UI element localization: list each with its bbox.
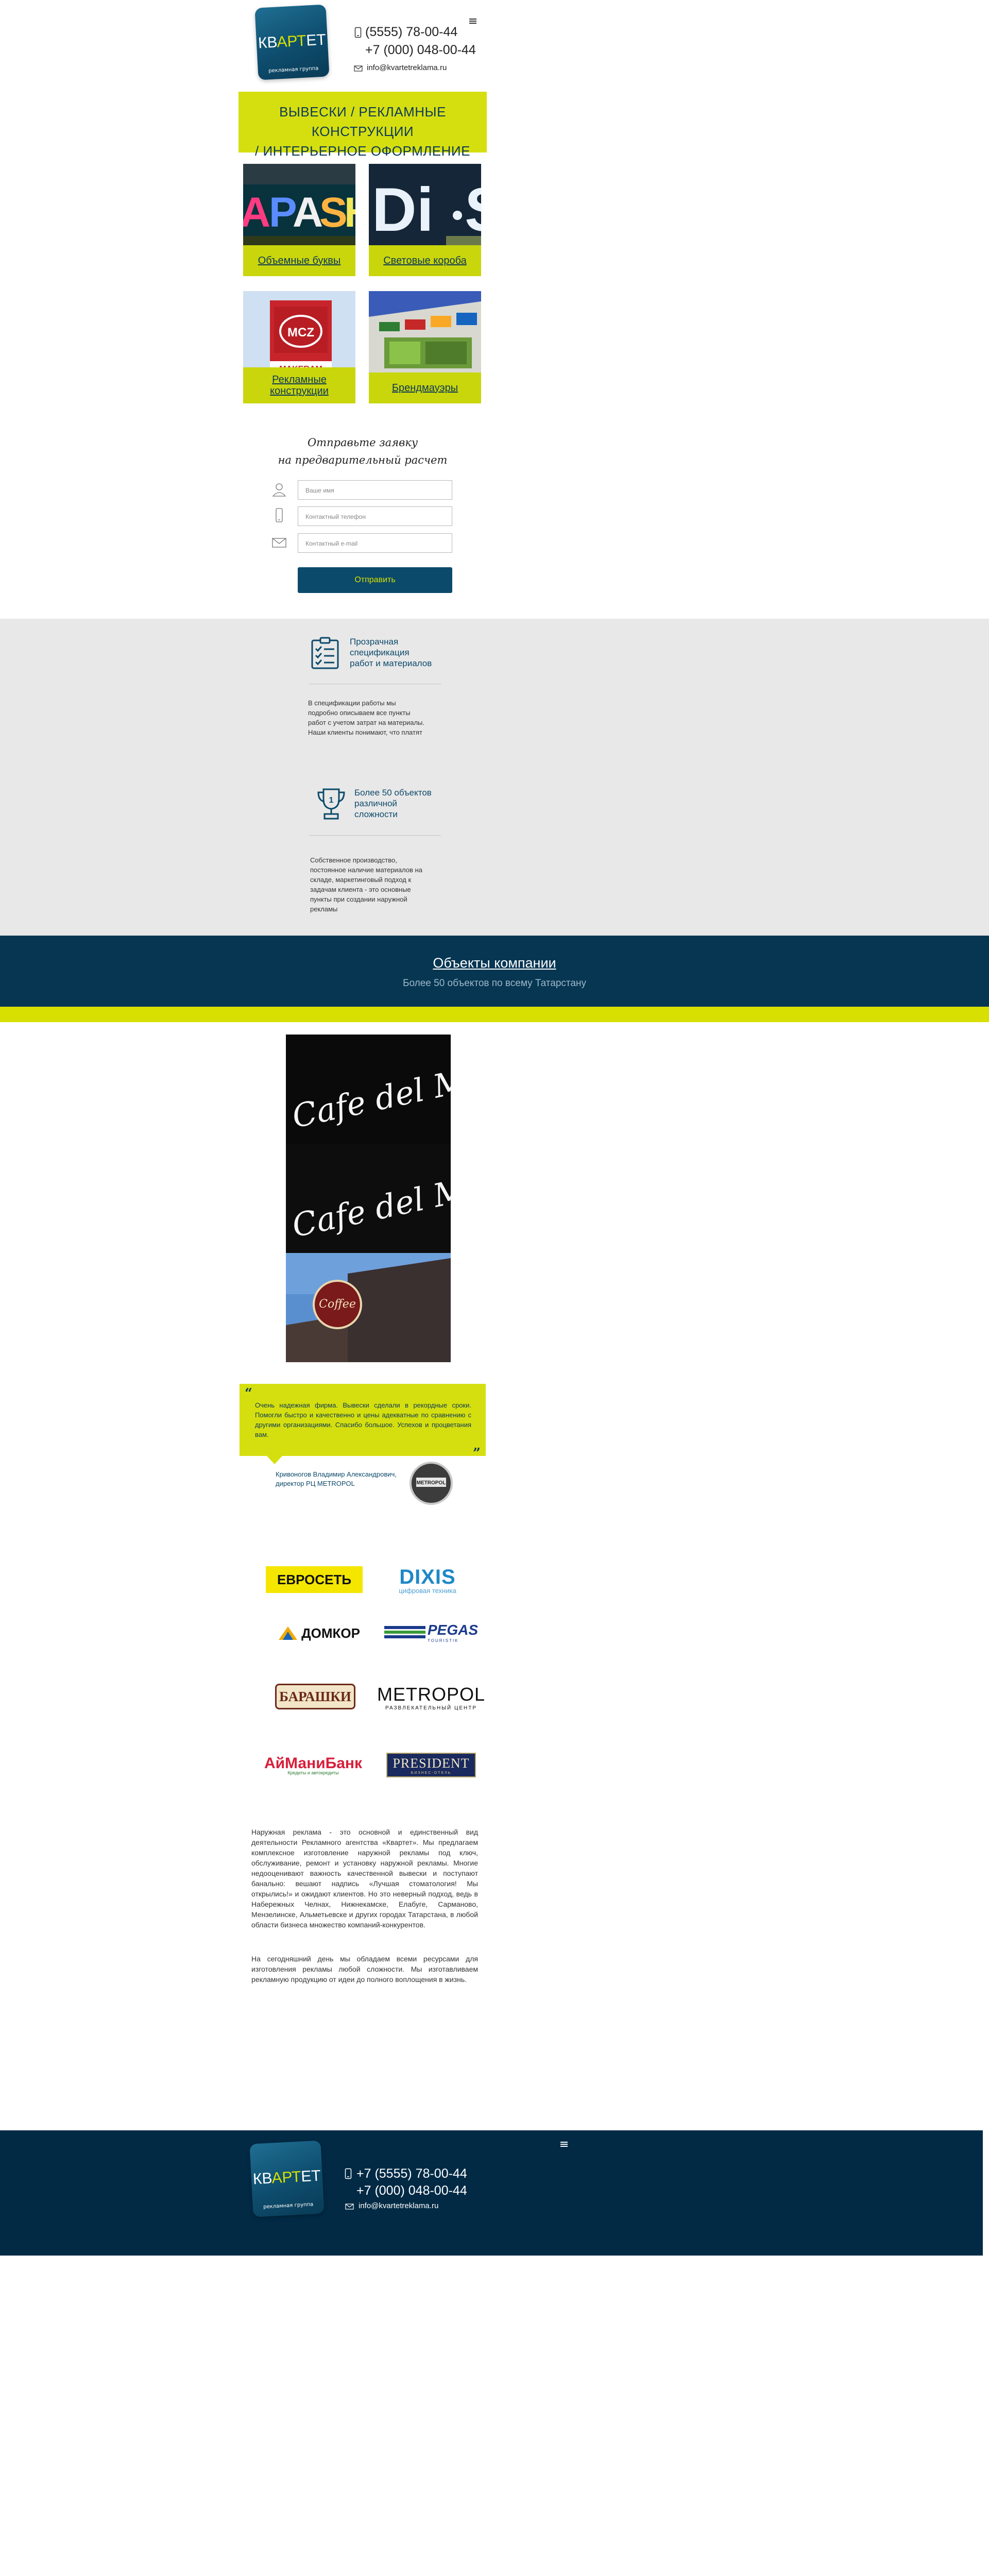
svg-text:METROPOL: METROPOL <box>417 1480 446 1486</box>
hero-banner: ВЫВЕСКИ / РЕКЛАМНЫЕ КОНСТРУКЦИИ / ИНТЕРЬ… <box>238 92 487 159</box>
form-title: Отправьте заявку на предварительный расч… <box>238 434 487 469</box>
feature-divider <box>309 835 441 836</box>
service-label: Световые короба <box>369 245 481 276</box>
footer <box>0 2130 983 2256</box>
feature-title: Более 50 объектов различной сложности <box>354 788 432 819</box>
brand-logo-dixis: DIXIS цифровая техника <box>399 1566 456 1595</box>
menu-icon[interactable] <box>469 19 476 24</box>
svg-text:H: H <box>344 189 355 236</box>
feature-text: В спецификации работы мы подробно описыв… <box>308 699 424 736</box>
footer-mail-icon <box>345 2204 354 2210</box>
footer-phone-icon <box>345 2168 352 2179</box>
mobile-phone-icon <box>354 27 362 38</box>
banner-line-2: / ИНТЕРЬЕРНОЕ ОФОРМЛЕНИЕ <box>255 143 470 159</box>
submit-button[interactable]: Отправить <box>298 567 452 593</box>
feature-title: Прозрачная спецификация работ и материал… <box>350 637 432 668</box>
email-field[interactable]: Контактный e-mail <box>298 533 452 553</box>
accent-stripe <box>0 1007 989 1022</box>
about-paragraph-1: Наружная реклама - это основной и единст… <box>251 1828 478 1929</box>
form-title-line-1: Отправьте заявку <box>307 436 418 449</box>
name-field[interactable]: Ваше имя <box>298 480 452 500</box>
objects-header: Объекты компании Более 50 объектов по вс… <box>0 936 989 1007</box>
svg-text:S: S <box>319 189 348 236</box>
brand-logo-barashki: БАРАШКИ <box>275 1684 355 1709</box>
service-label: Рекламные конструкции <box>243 367 355 403</box>
about-paragraph-2: На сегодняшний день мы обладаем всеми ре… <box>251 1955 478 1984</box>
footer-phone-secondary[interactable]: +7 (000) 048-00-44 <box>356 2183 467 2198</box>
footer-phone-primary[interactable]: +7 (5555) 78-00-44 <box>356 2166 467 2181</box>
pegas-stripes <box>384 1626 425 1638</box>
footer-logo-tagline: рекламная группа <box>263 2201 314 2210</box>
service-label: Брендмауэры <box>369 372 481 403</box>
logo[interactable]: КВАРТЕТ рекламная группа <box>254 4 330 80</box>
footer-email-link[interactable]: info@kvartetreklama.ru <box>359 2201 438 2210</box>
feature-text: Собственное производство, постоянное нал… <box>310 856 422 913</box>
svg-text:1: 1 <box>329 796 334 805</box>
svg-text:A: A <box>243 189 270 236</box>
user-icon <box>272 483 286 497</box>
service-tile-firewalls[interactable]: Брендмауэры <box>369 291 481 403</box>
quote-close-icon: ” <box>473 1446 481 1461</box>
footer-logo-text: КВАРТЕТ <box>252 2167 321 2188</box>
domkor-mark <box>279 1626 298 1640</box>
review-text: Очень надежная фирма. Вывески сделали в … <box>255 1401 471 1438</box>
object-photo[interactable]: Cafe del Mar <box>286 1144 451 1253</box>
envelope-icon <box>272 538 286 548</box>
object-photo[interactable]: Coffee <box>286 1253 451 1362</box>
banner-line-1: ВЫВЕСКИ / РЕКЛАМНЫЕ КОНСТРУКЦИИ <box>279 104 446 139</box>
email-link[interactable]: info@kvartetreklama.ru <box>367 63 447 72</box>
brand-logo-metropol: METROPOL РАЗВЛЕКАТЕЛЬНЫЙ ЦЕНТР <box>377 1683 486 1711</box>
service-tile-lightboxes[interactable]: Di S Световые короба <box>369 164 481 276</box>
brand-logo-domkor: ДОМКОР <box>270 1622 368 1645</box>
brand-logo-president: PRESIDENT БИЗНЕС-ОТЕЛЬ <box>386 1753 476 1777</box>
service-tile-structures[interactable]: MCZ MAKERAM Рекламные конструкции <box>243 291 355 403</box>
form-title-line-2: на предварительный расчет <box>278 454 448 466</box>
footer-logo[interactable]: КВАРТЕТ рекламная группа <box>249 2140 325 2217</box>
mobile-icon <box>276 508 283 522</box>
svg-text:Di: Di <box>372 175 434 244</box>
trophy-icon: 1 <box>317 788 345 820</box>
svg-text:S: S <box>465 175 481 244</box>
author-avatar: METROPOL <box>410 1462 453 1505</box>
phone-field[interactable]: Контактный телефон <box>298 506 452 526</box>
phone-primary[interactable]: (5555) 78-00-44 <box>365 25 457 40</box>
brand-logo-pegas: PEGAS TOURISTIK <box>382 1618 480 1647</box>
objects-subtitle: Более 50 объектов по всему Татарстану <box>403 978 586 989</box>
logo-text: КВАРТЕТ <box>258 31 327 52</box>
service-tile-letters[interactable]: A P A S H Объемные буквы <box>243 164 355 276</box>
svg-text:Coffee: Coffee <box>319 1298 356 1311</box>
footer-menu-icon[interactable] <box>560 2142 568 2147</box>
svg-text:A: A <box>293 189 323 236</box>
logo-tagline: рекламная группа <box>268 65 319 74</box>
object-photo[interactable]: Cafe del Mar <box>286 1035 451 1144</box>
svg-text:MCZ: MCZ <box>287 326 314 340</box>
quote-open-icon: “ <box>245 1386 252 1401</box>
service-label: Объемные буквы <box>243 245 355 276</box>
checklist-icon <box>311 637 339 669</box>
quote-pointer <box>267 1456 282 1464</box>
brand-logo-aimanibank: АйМаниБанк Кредиты и автокредиты <box>264 1755 363 1775</box>
phone-secondary[interactable]: +7 (000) 048-00-44 <box>365 43 476 58</box>
objects-title[interactable]: Объекты компании <box>0 955 989 971</box>
review-quote: “ Очень надежная фирма. Вывески сделали … <box>240 1384 486 1461</box>
brand-logo-euroset: ЕВРОСЕТЬ <box>266 1566 363 1593</box>
features-section <box>0 619 989 936</box>
mail-icon <box>354 65 363 72</box>
review-author: Кривоногов Владимир Александрович, дирек… <box>276 1470 397 1487</box>
